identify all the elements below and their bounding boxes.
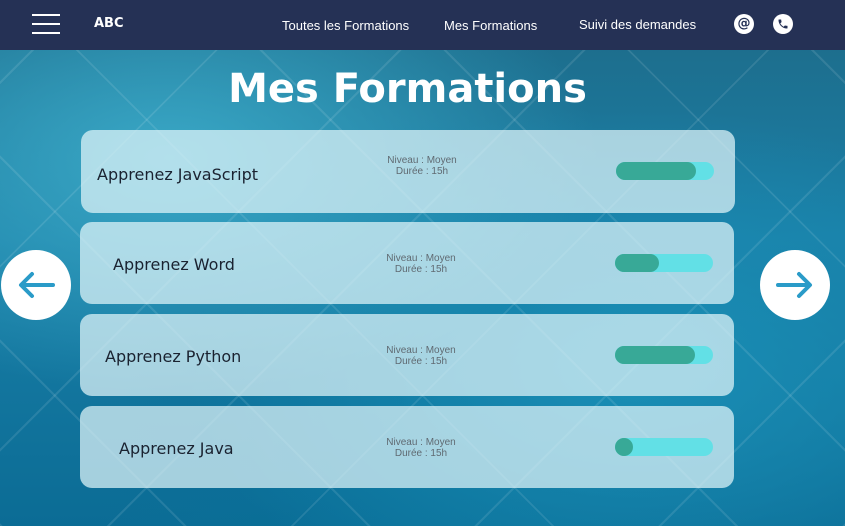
course-title: Apprenez Word <box>113 255 235 274</box>
nav-suivi-demandes[interactable]: Suivi des demandes <box>579 17 696 32</box>
menu-icon[interactable] <box>32 14 60 34</box>
course-meta: Niveau : Moyen Durée : 15h <box>361 437 481 459</box>
progress-bar <box>615 346 713 364</box>
course-duration: Durée : 15h <box>394 448 448 459</box>
course-meta: Niveau : Moyen Durée : 15h <box>362 155 482 177</box>
course-card[interactable]: Apprenez JavaScript Niveau : Moyen Durée… <box>81 130 735 213</box>
progress-fill <box>615 254 660 272</box>
course-level: Niveau : Moyen <box>386 253 456 264</box>
course-duration: Durée : 15h <box>394 264 448 275</box>
course-card[interactable]: Apprenez Java Niveau : Moyen Durée : 15h <box>80 406 734 488</box>
previous-button[interactable] <box>1 250 71 320</box>
course-title: Apprenez JavaScript <box>97 165 258 184</box>
top-navbar: ABC Toutes les Formations Mes Formations… <box>0 0 845 50</box>
nav-toutes-formations[interactable]: Toutes les Formations <box>282 18 409 33</box>
next-button[interactable] <box>760 250 830 320</box>
progress-fill <box>615 346 696 364</box>
page-title: Mes Formations <box>228 66 587 112</box>
course-duration: Durée : 15h <box>395 166 449 177</box>
progress-bar <box>615 438 713 456</box>
arrow-left-icon <box>19 272 55 298</box>
course-meta: Niveau : Moyen Durée : 15h <box>361 253 481 275</box>
course-card[interactable]: Apprenez Word Niveau : Moyen Durée : 15h <box>80 222 734 304</box>
arrow-right-icon <box>776 272 812 298</box>
course-title: Apprenez Python <box>105 347 242 366</box>
course-title: Apprenez Java <box>119 439 234 458</box>
course-level: Niveau : Moyen <box>386 345 456 356</box>
logo[interactable]: ABC <box>94 16 124 31</box>
at-icon[interactable]: @ <box>734 14 754 34</box>
nav-mes-formations[interactable]: Mes Formations <box>444 18 537 33</box>
course-meta: Niveau : Moyen Durée : 15h <box>361 345 481 367</box>
progress-fill <box>616 162 697 180</box>
progress-bar <box>616 162 714 180</box>
course-level: Niveau : Moyen <box>387 155 457 166</box>
course-card[interactable]: Apprenez Python Niveau : Moyen Durée : 1… <box>80 314 734 396</box>
phone-icon[interactable] <box>773 14 793 34</box>
progress-fill <box>615 438 633 456</box>
progress-bar <box>615 254 713 272</box>
course-level: Niveau : Moyen <box>386 437 456 448</box>
course-duration: Durée : 15h <box>394 356 448 367</box>
